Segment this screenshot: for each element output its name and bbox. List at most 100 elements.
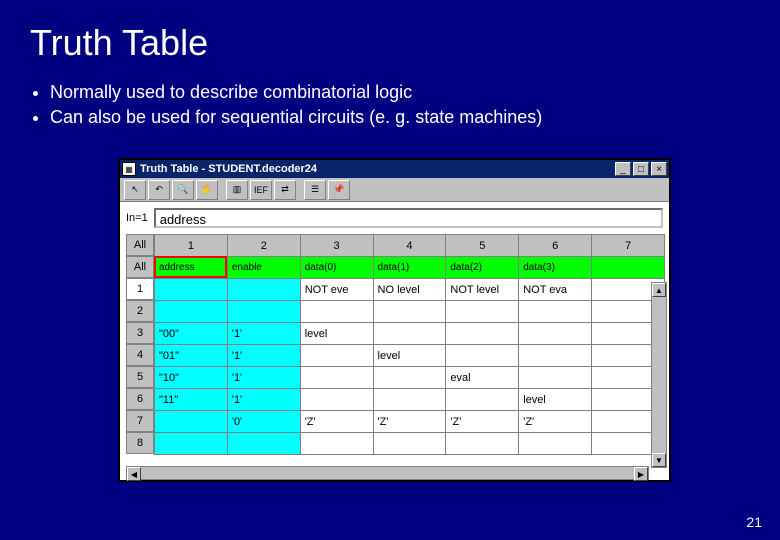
select-all-button[interactable]: All [126, 256, 154, 278]
select-all-button[interactable]: All [126, 234, 154, 256]
table-cell[interactable] [446, 433, 519, 455]
hand-icon[interactable]: ✋ [196, 180, 218, 200]
col-header[interactable]: 2 [227, 235, 300, 257]
input-row: In=1 address [120, 202, 669, 234]
table-cell[interactable] [300, 389, 373, 411]
table-cell[interactable] [446, 345, 519, 367]
table-cell[interactable] [373, 323, 446, 345]
table-cell[interactable] [373, 367, 446, 389]
toggle-icon[interactable]: ☰ [304, 180, 326, 200]
table-cell[interactable] [519, 433, 592, 455]
minimize-button[interactable]: _ [615, 162, 631, 176]
ief-icon[interactable]: IEF [250, 180, 272, 200]
scroll-left-icon[interactable]: ◀ [127, 467, 141, 481]
row-header[interactable]: 1 [126, 278, 154, 300]
table-cell[interactable]: "11" [155, 389, 228, 411]
table-cell[interactable] [227, 301, 300, 323]
table-cell[interactable]: 'Z' [373, 411, 446, 433]
table-cell[interactable] [227, 433, 300, 455]
table-cell[interactable] [300, 301, 373, 323]
row-header[interactable]: 2 [126, 300, 154, 322]
table-cell[interactable] [300, 433, 373, 455]
row-header[interactable]: 6 [126, 388, 154, 410]
signal-header-cell[interactable]: address [155, 257, 228, 279]
table-cell[interactable] [155, 411, 228, 433]
table-cell[interactable] [373, 389, 446, 411]
close-button[interactable]: × [651, 162, 667, 176]
undo-icon[interactable]: ↶ [148, 180, 170, 200]
scroll-down-icon[interactable]: ▼ [652, 453, 666, 467]
table-cell[interactable]: '1' [227, 323, 300, 345]
table-cell[interactable] [155, 279, 228, 301]
table-cell[interactable]: eval [446, 367, 519, 389]
signal-header-cell[interactable]: data(2) [446, 257, 519, 279]
separator [220, 180, 224, 200]
table-cell[interactable] [373, 433, 446, 455]
row-header[interactable]: 3 [126, 322, 154, 344]
col-header[interactable]: 6 [519, 235, 592, 257]
cell-editor-input[interactable]: address [154, 208, 663, 228]
signal-header-cell[interactable]: enable [227, 257, 300, 279]
table-cell[interactable]: NO level [373, 279, 446, 301]
table-cell[interactable] [155, 433, 228, 455]
zoom-icon[interactable]: 🔍 [172, 180, 194, 200]
table-cell[interactable] [373, 301, 446, 323]
table-cell[interactable] [519, 301, 592, 323]
table-cell[interactable]: NOT eve [300, 279, 373, 301]
table-cell[interactable]: NOT eva [519, 279, 592, 301]
row-header[interactable]: 8 [126, 432, 154, 454]
col-header[interactable]: 1 [155, 235, 228, 257]
table-cell[interactable]: 'Z' [519, 411, 592, 433]
signal-header-cell[interactable]: data(3) [519, 257, 592, 279]
pin-icon[interactable]: 📌 [328, 180, 350, 200]
sheet-icon[interactable]: ▥ [226, 180, 248, 200]
col-header[interactable]: 4 [373, 235, 446, 257]
table-cell[interactable] [446, 301, 519, 323]
scroll-up-icon[interactable]: ▲ [652, 283, 666, 297]
truth-table-grid[interactable]: 1234567 addressenabledata(0)data(1)data(2… [154, 234, 665, 455]
col-header[interactable]: 5 [446, 235, 519, 257]
col-header[interactable]: 3 [300, 235, 373, 257]
grid-scroll[interactable]: 1234567 addressenabledata(0)data(1)data(2… [154, 234, 665, 455]
table-cell[interactable]: "01" [155, 345, 228, 367]
table-cell[interactable]: 'Z' [446, 411, 519, 433]
table-cell[interactable]: "10" [155, 367, 228, 389]
table-cell[interactable]: '1' [227, 389, 300, 411]
table-cell[interactable]: 'Z' [300, 411, 373, 433]
col-header[interactable]: 7 [592, 235, 665, 257]
table-cell[interactable]: NOT level [446, 279, 519, 301]
table-cell[interactable] [519, 323, 592, 345]
table-cell[interactable]: level [519, 389, 592, 411]
row-header[interactable]: 4 [126, 344, 154, 366]
toolbar: ↖ ↶ 🔍 ✋ ▥ IEF ⇄ ☰ 📌 [120, 178, 669, 202]
signal-header-cell[interactable]: data(1) [373, 257, 446, 279]
table-cell[interactable] [300, 367, 373, 389]
vertical-scrollbar[interactable]: ▲ ▼ [651, 282, 667, 468]
titlebar[interactable]: ▦ Truth Table - STUDENT.decoder24 _ □ × [120, 160, 669, 178]
signal-header-cell[interactable] [592, 257, 665, 279]
table-cell[interactable] [155, 301, 228, 323]
horizontal-scrollbar[interactable]: ◀ ▶ [126, 466, 649, 480]
cursor-icon[interactable]: ↖ [124, 180, 146, 200]
row-header[interactable]: 5 [126, 366, 154, 388]
table-cell[interactable]: "00" [155, 323, 228, 345]
table-cell[interactable] [227, 279, 300, 301]
maximize-button[interactable]: □ [633, 162, 649, 176]
bullet-item: Can also be used for sequential circuits… [50, 107, 750, 128]
table-cell[interactable] [446, 323, 519, 345]
table-cell[interactable] [519, 345, 592, 367]
table-cell[interactable] [446, 389, 519, 411]
content-area: In=1 address All All 1 2 3 4 5 6 7 8 123… [120, 202, 669, 480]
signal-header-cell[interactable]: data(0) [300, 257, 373, 279]
nav-icon[interactable]: ⇄ [274, 180, 296, 200]
table-cell[interactable]: level [373, 345, 446, 367]
table-cell[interactable] [519, 367, 592, 389]
table-cell[interactable]: '0' [227, 411, 300, 433]
table-cell[interactable]: '1' [227, 345, 300, 367]
table-cell[interactable] [300, 345, 373, 367]
table-cell[interactable]: level [300, 323, 373, 345]
row-header[interactable]: 7 [126, 410, 154, 432]
scroll-right-icon[interactable]: ▶ [634, 467, 648, 481]
app-icon: ▦ [122, 162, 136, 176]
table-cell[interactable]: '1' [227, 367, 300, 389]
